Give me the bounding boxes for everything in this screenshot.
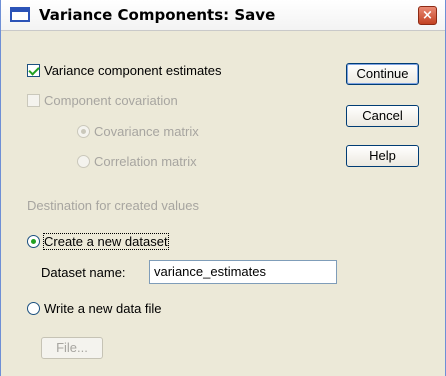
save-dialog: Variance Components: Save × Variance com… [0, 0, 446, 376]
help-button[interactable]: Help [346, 145, 419, 167]
title-bar[interactable]: Variance Components: Save × [1, 0, 445, 31]
radio-selected-icon[interactable] [27, 235, 40, 248]
correlation-matrix-label: Correlation matrix [94, 154, 197, 169]
continue-button[interactable]: Continue [346, 63, 419, 85]
dialog-title: Variance Components: Save [39, 6, 276, 24]
component-covariation-checkbox[interactable]: Component covariation [27, 93, 178, 108]
radio-unselected-icon[interactable] [77, 155, 90, 168]
radio-selected-icon[interactable] [77, 125, 90, 138]
file-button[interactable]: File... [41, 337, 103, 359]
covariance-matrix-label: Covariance matrix [94, 124, 199, 139]
create-dataset-label: Create a new dataset [43, 233, 169, 250]
write-file-label: Write a new data file [44, 301, 162, 316]
variance-estimates-checkbox[interactable]: Variance component estimates [27, 63, 222, 78]
correlation-matrix-radio[interactable]: Correlation matrix [77, 154, 197, 169]
dataset-name-label: Dataset name: [41, 265, 126, 280]
cancel-button[interactable]: Cancel [346, 105, 419, 127]
covariance-matrix-radio[interactable]: Covariance matrix [77, 124, 199, 139]
close-icon[interactable]: × [418, 6, 437, 25]
variance-estimates-label: Variance component estimates [44, 63, 222, 78]
create-dataset-radio[interactable]: Create a new dataset [27, 233, 169, 250]
write-file-radio[interactable]: Write a new data file [27, 301, 162, 316]
component-covariation-label: Component covariation [44, 93, 178, 108]
dataset-name-input[interactable]: variance_estimates [149, 260, 337, 284]
window-icon [10, 7, 30, 22]
destination-group-label: Destination for created values [27, 198, 199, 213]
checkbox-checked-icon[interactable] [27, 64, 40, 77]
radio-unselected-icon[interactable] [27, 302, 40, 315]
checkbox-unchecked-icon[interactable] [27, 94, 40, 107]
